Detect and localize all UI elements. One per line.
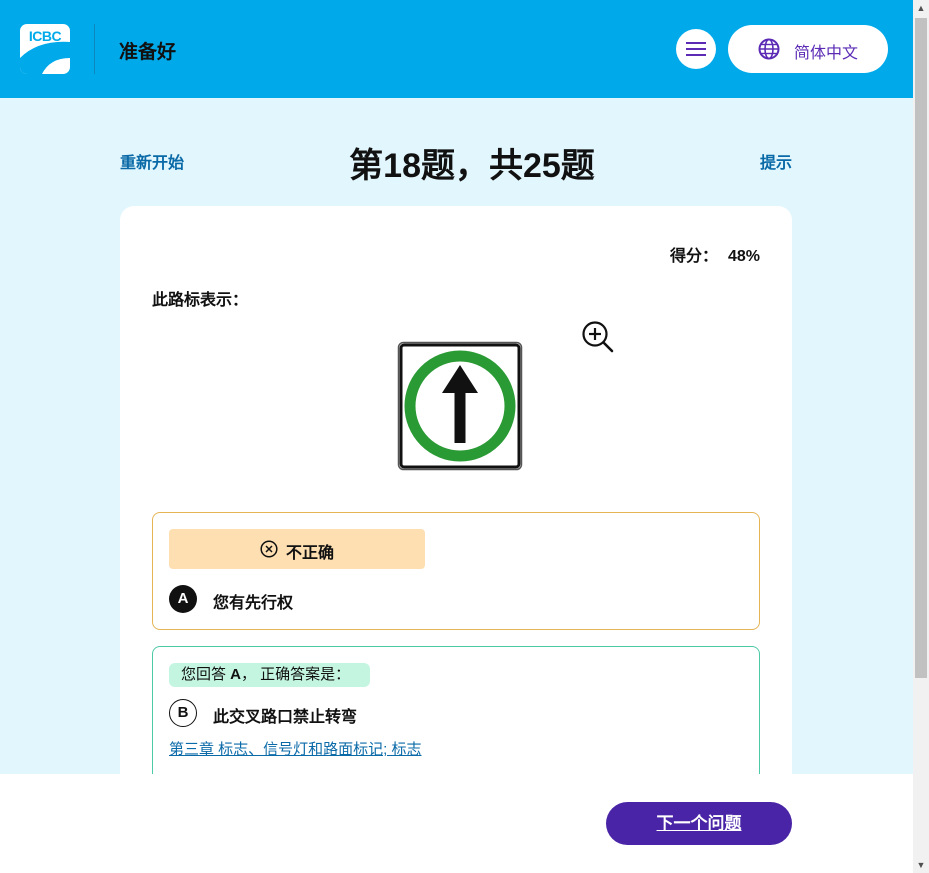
correct-answer-note: 您回答 A， 正确答案是： — [169, 663, 371, 687]
road-curve-icon — [20, 41, 70, 74]
circle-x-icon — [260, 540, 278, 558]
hamburger-icon — [686, 42, 706, 44]
score: 得分： 48% — [670, 242, 760, 266]
header-title: 准备好 — [119, 42, 177, 63]
option-a-text: 您有先行权 — [213, 595, 294, 612]
question-count: 第18题，共25题 — [349, 147, 595, 185]
question-prompt: 此路标表示： — [152, 292, 249, 309]
score-value: 48% — [727, 248, 760, 265]
next-question-button[interactable]: 下一个问题 — [606, 802, 792, 845]
note-suffix: ， 正确答案是： — [241, 666, 351, 683]
zoom-in-icon[interactable] — [581, 320, 615, 354]
note-letter: A — [230, 666, 242, 683]
language-button[interactable]: 简体中文 — [728, 25, 888, 73]
chapter-link[interactable]: 第三章 标志、信号灯和路面标记; 标志 — [169, 738, 422, 759]
language-label: 简体中文 — [794, 45, 859, 62]
icbc-logo[interactable]: ICBC — [20, 24, 70, 74]
option-a-letter: A — [169, 585, 197, 613]
score-label: 得分： — [669, 248, 718, 265]
option-b-text: 此交叉路口禁止转弯 — [213, 709, 358, 726]
option-b-letter: B — [169, 699, 197, 727]
incorrect-badge: 不正确 — [169, 529, 425, 569]
selected-answer-box: 不正确 A 您有先行权 — [152, 512, 760, 630]
question-card: 得分：48% 此路标表示： 不正确 A 您有先行权 您回答 A， 正确答案是： — [120, 206, 792, 806]
road-sign-image — [397, 341, 523, 471]
scrollbar[interactable]: ▲ ▼ — [913, 0, 929, 873]
hint-link[interactable]: 提示 — [760, 149, 792, 173]
footer: 下一个问题 — [0, 774, 913, 873]
restart-link[interactable]: 重新开始 — [120, 149, 184, 173]
header: ICBC 准备好 简体中文 — [0, 0, 913, 98]
globe-icon — [758, 38, 780, 60]
scroll-up-arrow-icon[interactable]: ▲ — [913, 0, 929, 16]
header-divider — [94, 24, 95, 74]
incorrect-label: 不正确 — [286, 545, 335, 562]
menu-button[interactable] — [676, 29, 716, 69]
scrollbar-thumb[interactable] — [915, 18, 927, 678]
note-prefix: 您回答 — [181, 666, 231, 683]
scroll-down-arrow-icon[interactable]: ▼ — [913, 857, 929, 873]
